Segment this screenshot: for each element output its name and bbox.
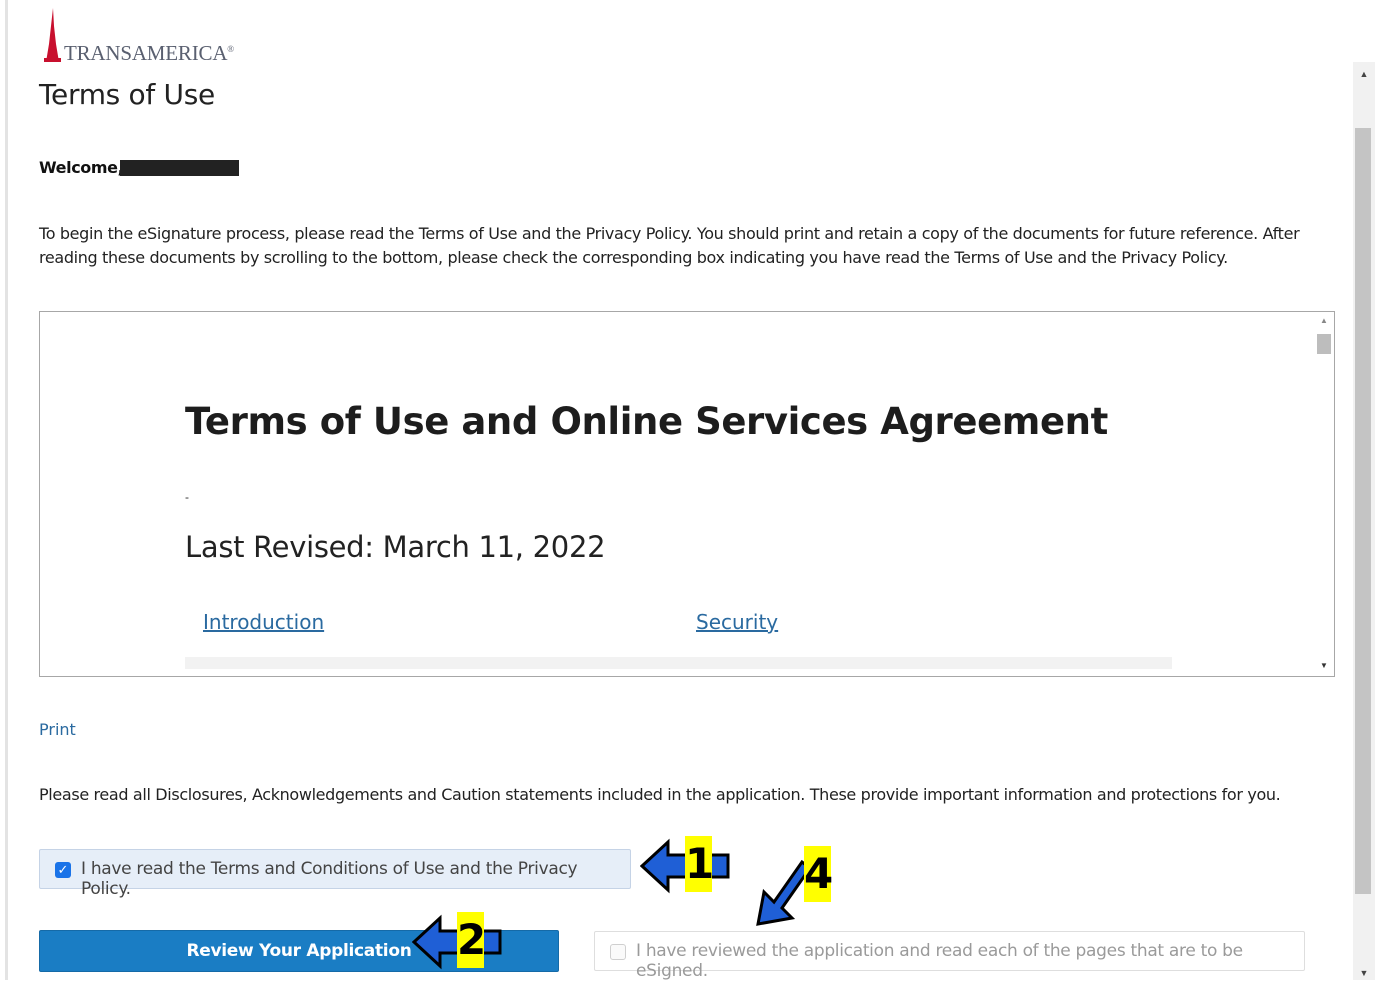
- introduction-link[interactable]: Introduction: [203, 610, 324, 634]
- scroll-down-arrow-icon[interactable]: ▼: [1314, 661, 1334, 670]
- annotation-number-1: 1: [685, 836, 714, 892]
- document-title: Terms of Use and Online Services Agreeme…: [185, 400, 1108, 443]
- reviewed-checkbox-row[interactable]: I have reviewed the application and read…: [594, 931, 1305, 981]
- annotation-number-4: 4: [804, 846, 833, 902]
- page-title: Terms of Use: [39, 78, 215, 111]
- terms-checkbox-row[interactable]: ✓ I have read the Terms and Conditions o…: [39, 849, 631, 899]
- document-horizontal-scrollbar[interactable]: [185, 657, 1172, 669]
- reviewed-checkbox-label[interactable]: I have reviewed the application and read…: [636, 941, 1304, 981]
- last-revised-date: Last Revised: March 11, 2022: [185, 530, 606, 564]
- reviewed-checkbox[interactable]: [610, 944, 626, 960]
- terms-document-viewer[interactable]: Terms of Use and Online Services Agreeme…: [39, 311, 1335, 677]
- logo-wordmark: TRANSAMERICA®: [64, 41, 234, 65]
- document-vertical-scrollbar[interactable]: ▲ ▼: [1314, 312, 1334, 676]
- disclosure-text: Please read all Disclosures, Acknowledge…: [39, 785, 1281, 804]
- scroll-up-arrow-icon[interactable]: ▲: [1314, 316, 1334, 325]
- document-scroll-thumb[interactable]: [1317, 334, 1331, 354]
- intro-text: To begin the eSignature process, please …: [39, 224, 1300, 267]
- welcome-label: Welcome,: [39, 158, 124, 177]
- pyramid-logo-icon: [44, 8, 61, 62]
- security-link[interactable]: Security: [696, 610, 778, 634]
- page-scroll-up-icon[interactable]: ▲: [1353, 64, 1375, 84]
- terms-checkbox[interactable]: ✓: [55, 862, 71, 878]
- page-scroll-thumb[interactable]: [1355, 128, 1371, 894]
- annotation-number-2: 2: [457, 912, 486, 968]
- page-frame-edge: [5, 0, 8, 980]
- page-scrollbar[interactable]: ▲ ▼: [1353, 62, 1375, 980]
- transamerica-logo: TRANSAMERICA®: [42, 8, 242, 66]
- document-dash: -: [185, 490, 189, 504]
- redacted-username: [120, 160, 239, 176]
- terms-checkbox-label[interactable]: I have read the Terms and Conditions of …: [81, 859, 630, 899]
- print-link[interactable]: Print: [39, 720, 76, 739]
- page-scroll-down-icon[interactable]: ▼: [1353, 966, 1375, 980]
